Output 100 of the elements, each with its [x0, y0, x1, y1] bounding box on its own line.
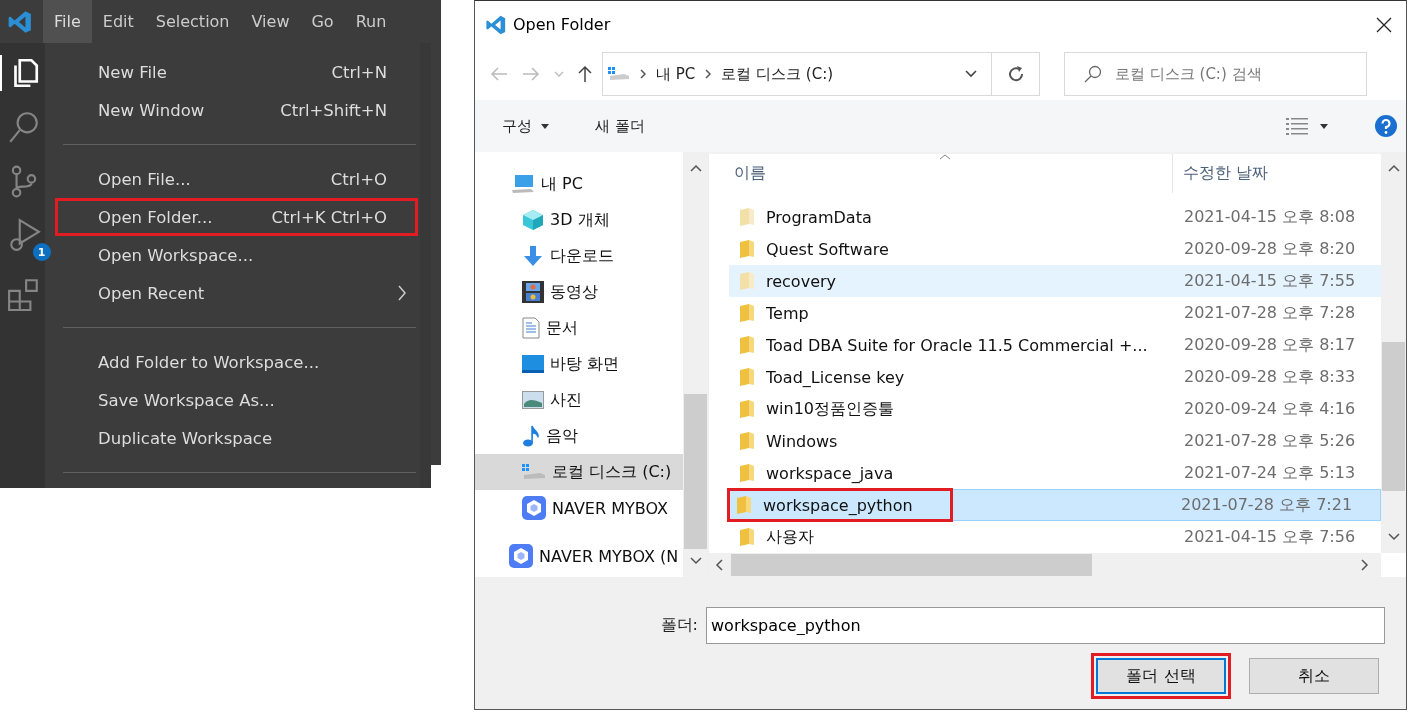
menu-item[interactable]: New File Ctrl+N [55, 53, 418, 91]
nav-tree-item[interactable]: 바탕 화면 [475, 346, 683, 382]
file-name: ProgramData [766, 207, 872, 227]
menu-bar-item[interactable]: Edit [91, 0, 145, 43]
help-icon[interactable] [1374, 114, 1398, 138]
dropdown-icon[interactable] [965, 70, 977, 78]
cloud-box-icon [522, 496, 546, 520]
nav-tree-item[interactable]: 다운로드 [475, 238, 683, 274]
nav-tree-item[interactable]: 동영상 [475, 274, 683, 310]
file-name: win10정품인증툴 [766, 398, 895, 420]
music-note-icon [522, 425, 540, 447]
menu-item[interactable]: Open File... Ctrl+O [55, 160, 418, 198]
chevron-icon [705, 69, 712, 79]
scroll-up-icon[interactable] [689, 164, 702, 172]
modified-date: 2021-04-15 오후 7:55 [1183, 270, 1356, 292]
file-row[interactable]: ProgramData 2021-04-15 오후 8:08 [729, 201, 1381, 233]
scrollbar-thumb[interactable] [1382, 342, 1405, 491]
menu-bar-item[interactable]: Go [300, 0, 345, 43]
cloud-box-icon [509, 544, 533, 568]
scroll-up-icon[interactable] [1387, 164, 1400, 172]
folder-label: 폴더: [660, 615, 698, 636]
nav-tree-item[interactable]: 3D 개체 [475, 202, 683, 238]
nav-tree-item[interactable]: 로컬 디스크 (C:) [475, 454, 683, 490]
dropdown-icon[interactable] [1320, 123, 1328, 129]
nav-item-label: NAVER MYBOX (N [539, 546, 679, 566]
scrollbar-thumb[interactable] [731, 554, 1092, 576]
file-name: workspace_java [766, 463, 894, 483]
breadcrumb-item[interactable]: 내 PC [656, 64, 696, 84]
menu-item[interactable]: Add Folder to Workspace... [55, 343, 418, 381]
search-field[interactable]: 로컬 디스크 (C:) 검색 [1064, 52, 1367, 96]
file-row[interactable]: Temp 2021-07-28 오후 7:28 [729, 297, 1381, 329]
drive-icon [608, 67, 630, 81]
nav-tree-item[interactable]: 내 PC [475, 166, 683, 202]
cancel-button[interactable]: 취소 [1249, 658, 1379, 694]
breadcrumb-item[interactable]: 로컬 디스크 (C:) [721, 64, 834, 84]
file-name: Toad_License key [766, 367, 905, 387]
modified-date: 2020-09-24 오후 4:16 [1183, 398, 1356, 420]
nav-tree-item[interactable]: 사진 [475, 382, 683, 418]
file-name: recovery [766, 271, 836, 291]
menu-shortcut: Ctrl+Shift+N [280, 100, 387, 120]
search-icon [1084, 65, 1102, 83]
menu-item-label: Open Workspace... [98, 245, 255, 265]
file-name: Windows [766, 431, 838, 451]
nav-tree-item[interactable]: 음악 [475, 418, 683, 454]
scroll-down-icon[interactable] [689, 557, 702, 565]
modified-date: 2021-07-24 오후 5:13 [1183, 462, 1356, 484]
menu-item[interactable]: Open Folder... Ctrl+K Ctrl+O [55, 198, 418, 236]
chevron-icon [640, 69, 646, 79]
menu-bar-item[interactable]: Run [344, 0, 398, 43]
menu-item-label: Open Recent [98, 283, 206, 303]
scroll-left-icon[interactable] [715, 559, 723, 571]
menu-item[interactable]: Save Workspace As... [55, 381, 418, 419]
organize-menu-button[interactable]: 구성 [502, 116, 549, 136]
select-folder-button[interactable]: 폴더 선택 [1096, 658, 1226, 694]
menu-item-label: Add Folder to Workspace... [98, 352, 321, 372]
scroll-down-icon[interactable] [1387, 533, 1400, 541]
menu-item-label: New File [98, 62, 168, 82]
view-options-icon[interactable] [1286, 117, 1308, 135]
nav-item-label: 로컬 디스크 (C:) [552, 461, 672, 483]
menu-item[interactable]: Open Recent [55, 274, 418, 312]
nav-tree-item[interactable]: 문서 [475, 310, 683, 346]
notification-badge: 1 [32, 243, 51, 261]
menu-item[interactable]: New Window Ctrl+Shift+N [55, 91, 418, 129]
menu-bar-item[interactable]: View [240, 0, 301, 43]
file-name: 사용자 [766, 526, 814, 548]
landscape-photo-icon [522, 391, 544, 409]
nav-tree-item[interactable]: NAVER MYBOX [475, 490, 683, 526]
nav-tree-item[interactable]: NAVER MYBOX (N [475, 538, 683, 574]
address-bar[interactable]: 내 PC 로컬 디스크 (C:) [602, 52, 992, 96]
file-row[interactable]: Toad DBA Suite for Oracle 11.5 Commercial +... 2020-09-28 오후 8:17 [729, 329, 1381, 361]
modified-date: 2021-07-28 오후 7:21 [1180, 494, 1353, 516]
file-row[interactable]: Windows 2021-07-28 오후 5:26 [729, 425, 1381, 457]
sort-caret-icon [939, 154, 951, 160]
scrollbar-thumb[interactable] [684, 394, 707, 549]
nav-item-label: 문서 [546, 317, 578, 339]
up-arrow-icon[interactable] [578, 65, 592, 83]
column-header[interactable]: 수정한 날짜 [1173, 154, 1269, 193]
file-row[interactable]: Quest Software 2020-09-28 오후 8:20 [729, 233, 1381, 265]
desktop-icon [522, 355, 544, 373]
new-folder-button[interactable]: 새 폴더 [594, 116, 645, 136]
menu-bar-item[interactable]: Selection [144, 0, 241, 43]
document-icon [522, 317, 540, 339]
nav-item-label: 바탕 화면 [550, 353, 620, 375]
menu-item[interactable]: Open Workspace... [55, 236, 418, 274]
file-row[interactable]: recovery 2021-04-15 오후 7:55 [729, 265, 1381, 297]
folder-name-field[interactable]: workspace_python [706, 607, 1385, 644]
file-row[interactable]: workspace_python 2021-07-28 오후 7:21 [729, 489, 1381, 521]
modified-date: 2020-09-28 오후 8:33 [1183, 366, 1356, 388]
menu-item[interactable]: Duplicate Workspace [55, 419, 418, 457]
scroll-right-icon[interactable] [1361, 559, 1369, 571]
column-header[interactable]: 이름 [709, 154, 1173, 193]
file-row[interactable]: 사용자 2021-04-15 오후 7:56 [729, 521, 1381, 553]
file-row[interactable]: win10정품인증툴 2020-09-24 오후 4:16 [729, 393, 1381, 425]
close-icon[interactable] [1376, 16, 1392, 33]
file-row[interactable]: workspace_java 2021-07-24 오후 5:13 [729, 457, 1381, 489]
modified-date: 2021-04-15 오후 7:56 [1183, 526, 1356, 548]
menu-bar-item[interactable]: File [43, 0, 92, 43]
refresh-button[interactable] [992, 52, 1040, 96]
nav-item-label: 동영상 [550, 281, 598, 303]
file-row[interactable]: Toad_License key 2020-09-28 오후 8:33 [729, 361, 1381, 393]
